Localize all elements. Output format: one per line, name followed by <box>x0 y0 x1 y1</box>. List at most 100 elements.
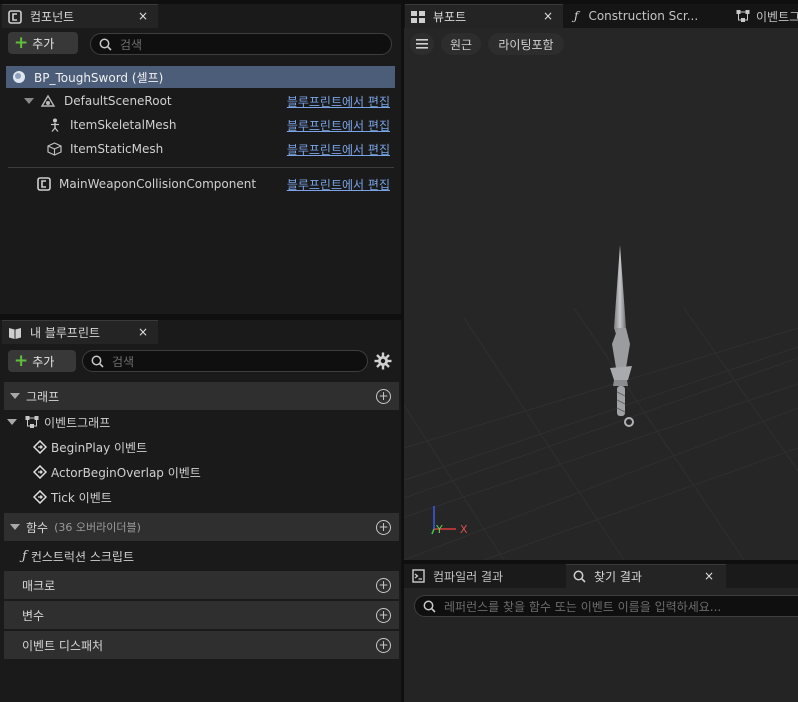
compiler-icon <box>412 569 425 583</box>
plus-icon: + <box>14 32 29 53</box>
tab-event-graph[interactable]: 이벤트그 <box>728 4 798 28</box>
add-component-button[interactable]: + 추가 <box>8 32 78 54</box>
event-label: BeginPlay 이벤트 <box>51 440 148 455</box>
expand-caret-icon[interactable] <box>24 98 34 104</box>
viewport-grid <box>404 245 798 560</box>
tab-find-results[interactable]: 찾기 결과 × <box>566 564 726 588</box>
perspective-button[interactable]: 원근 <box>441 33 481 55</box>
tab-components[interactable]: 컴포넌트 × <box>2 4 158 28</box>
viewport-tab-label: 뷰포트 <box>433 10 467 24</box>
collapse-caret-icon[interactable] <box>10 524 20 530</box>
search-icon <box>91 355 104 368</box>
static-mesh-icon <box>47 142 62 156</box>
divider <box>8 167 394 168</box>
section-macros[interactable]: 매크로 + <box>4 571 399 599</box>
tab-my-blueprint[interactable]: 내 블루프린트 × <box>2 320 158 344</box>
close-icon[interactable]: × <box>138 325 148 339</box>
event-label: Tick 이벤트 <box>51 490 112 505</box>
add-label: 추가 <box>32 354 55 369</box>
event-icon <box>33 490 47 504</box>
blueprint-search-input[interactable]: 검색 <box>82 350 368 372</box>
tree-item-label: ItemSkeletalMesh <box>70 118 177 132</box>
tree-item-label: MainWeaponCollisionComponent <box>59 177 257 191</box>
collapse-caret-icon[interactable] <box>10 393 20 399</box>
event-icon <box>33 440 47 454</box>
skeleton-icon <box>48 118 62 132</box>
add-dispatcher-icon[interactable]: + <box>376 637 391 653</box>
lighting-mode-button[interactable]: 라이팅포함 <box>488 33 564 55</box>
add-blueprint-item-button[interactable]: + 추가 <box>8 350 76 372</box>
search-placeholder: 검색 <box>112 354 135 369</box>
close-icon[interactable]: × <box>138 9 148 23</box>
component-root-item[interactable]: BP_ToughSword (셀프) <box>6 66 395 88</box>
component-search-input[interactable]: 검색 <box>90 33 392 55</box>
close-icon[interactable]: × <box>704 569 714 583</box>
axis-label-x: X <box>460 523 468 536</box>
event-label: ActorBeginOverlap 이벤트 <box>51 465 201 480</box>
override-count: (36 오버라이더블) <box>54 521 141 534</box>
component-tab-icon <box>8 9 22 24</box>
add-function-icon[interactable]: + <box>376 519 391 535</box>
section-label: 이벤트 디스패처 <box>22 638 104 653</box>
edit-in-blueprint-link[interactable]: 블루프린트에서 편집 <box>287 117 390 134</box>
event-graph-icon <box>736 9 750 23</box>
viewport-menu-button[interactable] <box>410 33 434 55</box>
components-tab-label: 컴포넌트 <box>30 10 75 24</box>
event-item[interactable]: BeginPlay 이벤트 <box>0 436 398 458</box>
event-item[interactable]: ActorBeginOverlap 이벤트 <box>0 461 398 483</box>
section-graph[interactable]: 그래프 + <box>4 382 399 410</box>
tree-item-mainweaponcollision[interactable]: MainWeaponCollisionComponent 블루프린트에서 편집 <box>0 173 398 195</box>
tab-label: 컴파일러 결과 <box>433 569 504 584</box>
tree-item-label: ItemStaticMesh <box>70 142 164 156</box>
section-label: 그래프 <box>26 389 60 404</box>
actor-icon <box>12 70 26 84</box>
tree-item-event-graph[interactable]: 이벤트그래프 <box>0 411 398 433</box>
expand-caret-icon[interactable] <box>7 419 17 425</box>
axis-label-y: Y <box>436 523 443 536</box>
section-variables[interactable]: 변수 + <box>4 601 399 629</box>
my-blueprint-tab-label: 내 블루프린트 <box>30 326 101 340</box>
search-placeholder: 검색 <box>120 37 143 52</box>
plus-icon: + <box>14 350 29 371</box>
event-graph-icon <box>25 415 39 429</box>
edit-in-blueprint-link[interactable]: 블루프린트에서 편집 <box>287 141 390 158</box>
add-macro-icon[interactable]: + <box>376 577 391 593</box>
add-variable-icon[interactable]: + <box>376 607 391 623</box>
tree-item-itemskeletalmesh[interactable]: ItemSkeletalMesh 블루프린트에서 편집 <box>0 114 398 136</box>
event-item[interactable]: Tick 이벤트 <box>0 486 398 508</box>
section-label: 변수 <box>22 608 45 623</box>
edit-in-blueprint-link[interactable]: 블루프린트에서 편집 <box>287 93 390 110</box>
function-icon: ƒ <box>574 9 579 23</box>
sword-mesh <box>610 245 634 427</box>
section-functions[interactable]: 함수 (36 오버라이더블) + <box>4 513 399 541</box>
tab-viewport[interactable]: 뷰포트 × <box>405 4 563 28</box>
function-icon: ƒ <box>22 548 27 564</box>
construction-script-label: 컨스트럭션 스크립트 <box>30 549 134 564</box>
section-label: 매크로 <box>22 578 56 593</box>
close-icon[interactable]: × <box>543 9 553 23</box>
add-label: 추가 <box>32 36 55 51</box>
search-icon <box>572 570 586 584</box>
search-placeholder: 레퍼런스를 찾을 함수 또는 이벤트 이름을 입력하세요... <box>444 599 722 614</box>
hamburger-icon <box>416 39 428 49</box>
viewport-icon <box>411 10 425 24</box>
tree-item-itemstaticmesh[interactable]: ItemStaticMesh 블루프린트에서 편집 <box>0 138 398 160</box>
book-icon <box>8 326 22 340</box>
tab-construction-script[interactable]: ƒ Construction Scr... <box>566 4 728 28</box>
gear-icon[interactable] <box>374 352 392 373</box>
tree-item-construction-script[interactable]: ƒ 컨스트럭션 스크립트 <box>0 545 398 567</box>
tab-label: Construction Scr... <box>588 9 699 23</box>
component-icon <box>37 177 51 191</box>
edit-in-blueprint-link[interactable]: 블루프린트에서 편집 <box>287 176 390 193</box>
add-graph-icon[interactable]: + <box>376 388 391 404</box>
event-graph-label: 이벤트그래프 <box>44 415 111 430</box>
find-results-tab-label: 찾기 결과 <box>594 570 642 584</box>
search-icon <box>99 38 112 51</box>
section-label: 함수 <box>26 520 49 535</box>
section-event-dispatchers[interactable]: 이벤트 디스패처 + <box>4 631 399 659</box>
viewport-canvas[interactable]: Y X <box>404 28 798 560</box>
tree-item-defaultsceneroot[interactable]: DefaultSceneRoot 블루프린트에서 편집 <box>0 90 398 112</box>
find-references-input[interactable]: 레퍼런스를 찾을 함수 또는 이벤트 이름을 입력하세요... <box>414 595 798 617</box>
tab-compiler-results[interactable]: 컴파일러 결과 <box>404 564 566 588</box>
root-item-label: BP_ToughSword (셀프) <box>34 70 164 85</box>
